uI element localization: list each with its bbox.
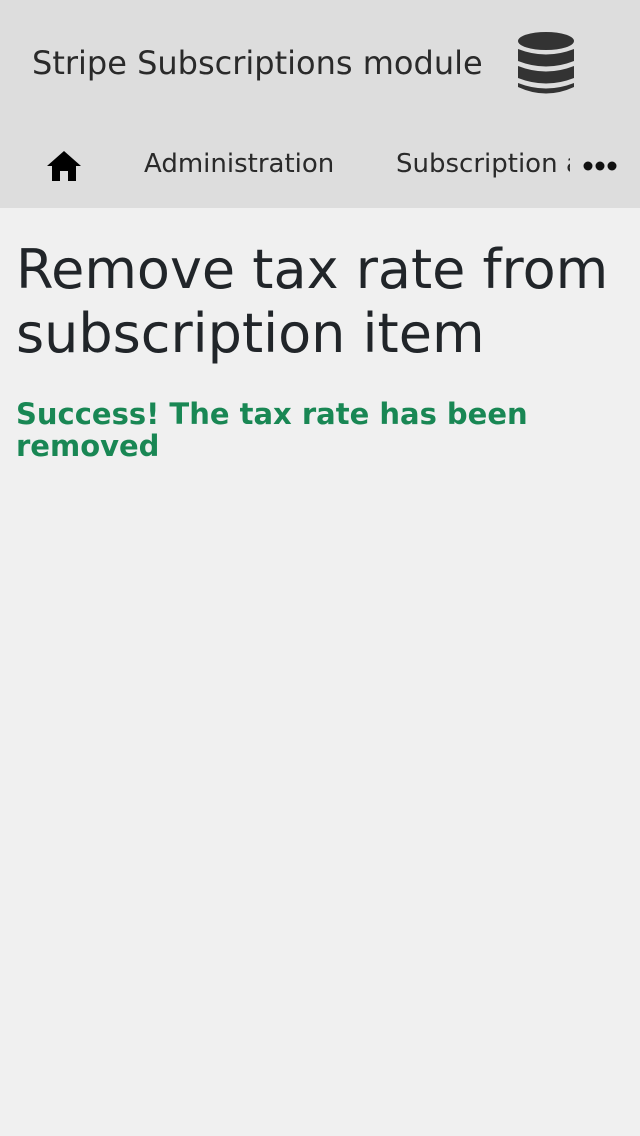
nav-item-administration[interactable]: Administration: [144, 147, 334, 181]
page-title: Remove tax rate from subscription item: [16, 238, 609, 365]
brand-bar: Stripe Subscriptions module: [0, 0, 640, 126]
app-header: Stripe Subscriptions module Administrati…: [0, 0, 640, 208]
app-title: Stripe Subscriptions module: [32, 44, 483, 82]
more-horizontal-icon[interactable]: [580, 154, 620, 178]
database-icon[interactable]: [516, 30, 576, 98]
nav-item-subscriptions[interactable]: Subscription and products: [396, 147, 570, 181]
main-content: Remove tax rate from subscription item S…: [0, 208, 640, 1136]
home-icon[interactable]: [46, 150, 82, 182]
success-message: Success! The tax rate has been removed: [16, 397, 528, 463]
main-nav: Administration Subscription and products: [0, 126, 640, 208]
